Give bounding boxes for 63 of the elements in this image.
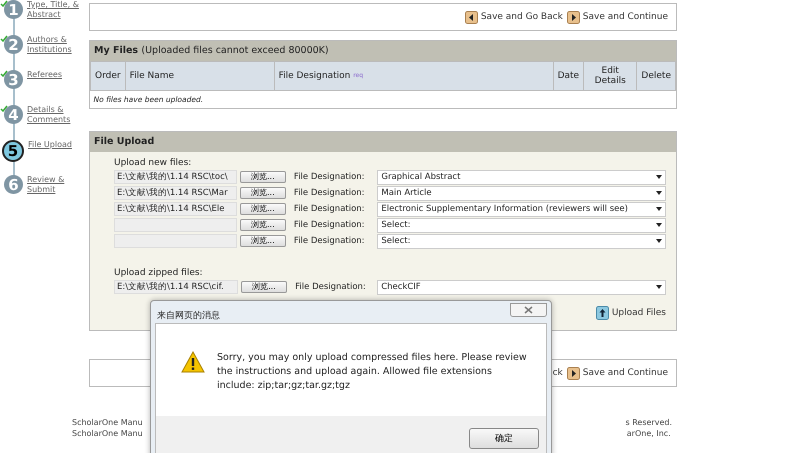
step-link[interactable]: Details & Comments [27,105,87,125]
dialog-title: 来自网页的消息 [157,310,220,322]
file-path-field[interactable]: E:\文献\我的\1.14 RSC\Mar [114,186,237,200]
designation-label: File Designation: [294,188,366,198]
step-link[interactable]: Type, Title, & Abstract [27,0,87,20]
dialog-message: Sorry, you may only upload compressed files here. Please review the instructions and upload again. Allowed file extensions include: zip;tar;gz;tar.gz;tgz [217,351,527,393]
designation-dropdown[interactable]: Graphical Abstract [377,170,666,184]
step-link[interactable]: Authors & Institutions [27,35,87,55]
continue-button[interactable]: Save and Continue [566,366,668,380]
file-path-field[interactable]: E:\文献\我的\1.14 RSC\Ele [114,202,237,216]
step-number: 5 [2,140,24,162]
back-button[interactable]: ck [552,368,563,378]
designation-label: File Designation: [294,220,366,230]
footer-text: ScholarOne Manu [72,428,143,439]
column-header: Order [90,62,126,90]
browse-button[interactable]: 浏览... [240,235,286,247]
step-link[interactable]: Referees [27,70,87,80]
designation-dropdown[interactable]: CheckCIF [377,280,666,294]
browse-button[interactable]: 浏览... [240,281,288,293]
section-label: Upload new files: [114,158,192,168]
step-number: 2 [4,35,23,54]
footer-text: s Reserved. [626,417,672,428]
close-icon [524,306,533,314]
check-icon [0,35,8,43]
back-button[interactable]: Save and Go Back [464,10,563,24]
designation-dropdown[interactable]: Select: [377,234,666,248]
panel-title: My Files (Uploaded files cannot exceed 80000K) [90,41,676,61]
check-icon [0,105,8,113]
designation-dropdown[interactable]: Main Article [377,186,666,200]
browse-button[interactable]: 浏览... [240,187,286,199]
designation-dropdown[interactable]: Electronic Supplementary Information (reviewers will see) [377,202,666,216]
step-number: 3 [4,70,23,89]
upload-icon [596,306,609,320]
check-icon [0,0,8,8]
warning-icon [181,351,205,373]
designation-label: File Designation: [294,204,366,214]
step-number: 1 [4,0,23,19]
column-header: Date [553,62,584,90]
step-link[interactable]: File Upload [28,140,88,150]
file-path-field[interactable]: E:\文献\我的\1.14 RSC\toc\ [114,170,237,184]
upload-files-button[interactable]: Upload Files [596,306,666,320]
panel-title: File Upload [90,132,676,152]
designation-label: File Designation: [295,282,367,292]
column-header: Delete [636,62,676,90]
designation-label: File Designation: [294,236,366,246]
designation-label: File Designation: [294,172,366,182]
browse-button[interactable]: 浏览... [240,219,286,231]
close-button[interactable] [510,303,547,317]
browse-button[interactable]: 浏览... [240,203,286,215]
designation-dropdown[interactable]: Select: [377,218,666,232]
step-number: 4 [4,105,23,124]
ok-button[interactable]: 确定 [469,428,539,449]
column-header: Edit Details [584,62,637,90]
section-label: Upload zipped files: [114,268,204,278]
browse-button[interactable]: 浏览... [240,171,286,183]
step-link[interactable]: Review & Submit [27,175,87,195]
step-number: 6 [4,175,23,194]
footer-text: ScholarOne Manu [72,417,143,428]
check-icon [0,70,8,78]
file-path-field[interactable]: E:\文献\我的\1.14 RSC\cif. [114,280,238,294]
continue-button[interactable]: Save and Continue [566,10,668,24]
footer-text: arOne, Inc. [626,428,671,439]
column-header: File Name [125,62,274,90]
